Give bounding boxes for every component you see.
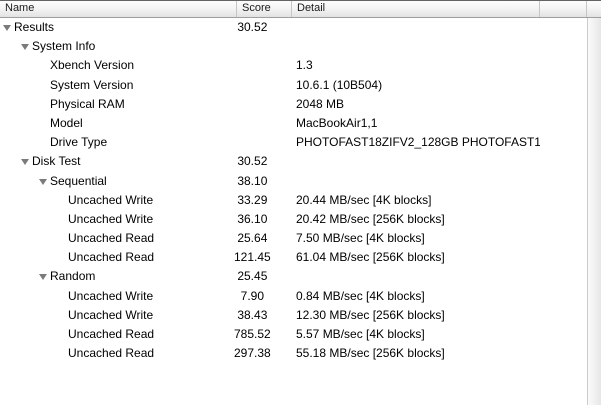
column-header-detail[interactable]: Detail — [292, 1, 540, 17]
table-header: Name Score Detail — [0, 0, 601, 18]
row-score: 785.52 — [234, 327, 271, 341]
row-score: 30.52 — [234, 154, 268, 169]
row-detail: 2048 MB — [296, 96, 345, 111]
row-name: Uncached Read — [68, 346, 155, 361]
row-detail: 61.04 MB/sec [256K blocks] — [296, 250, 445, 265]
outline-row[interactable]: Disk Test 30.52 — [0, 152, 587, 171]
row-score: 33.29 — [234, 192, 268, 207]
outline-row[interactable]: System Info — [0, 37, 587, 56]
column-header-spare — [540, 1, 587, 17]
results-outline: Results 30.52 System Info Xbench Version 1.… — [0, 18, 587, 405]
disclosure-triangle-icon[interactable] — [39, 274, 47, 281]
row-detail: PHOTOFAST18ZIFV2_128GB PHOTOFAST1 — [296, 135, 540, 150]
row-detail: 7.50 MB/sec [4K blocks] — [296, 231, 425, 246]
row-name: System Version — [50, 77, 134, 92]
vertical-scrollbar-track[interactable] — [587, 18, 601, 405]
column-header-score[interactable]: Score — [237, 1, 292, 17]
row-name: Uncached Write — [68, 307, 154, 322]
row-detail: 5.57 MB/sec [4K blocks] — [296, 327, 425, 341]
xbench-results-window: Name Score Detail Results 30.52 System In… — [0, 0, 601, 405]
outline-row[interactable]: Uncached Write 36.10 20.42 MB/sec [256K b… — [0, 210, 587, 229]
outline-row[interactable]: System Version 10.6.1 (10B504) — [0, 76, 587, 95]
outline-row[interactable]: Results 30.52 — [0, 18, 587, 37]
row-name: Random — [50, 269, 96, 284]
row-name: Physical RAM — [50, 96, 125, 111]
row-name: Disk Test — [32, 154, 81, 169]
row-score: 30.52 — [234, 20, 268, 34]
column-header-name[interactable]: Name — [0, 1, 237, 17]
outline-row[interactable]: Uncached Write 33.29 20.44 MB/sec [4K blo… — [0, 191, 587, 210]
disclosure-triangle-icon[interactable] — [21, 44, 29, 51]
row-name: Uncached Read — [68, 231, 155, 246]
column-header-name-label: Name — [5, 2, 35, 14]
row-name: Drive Type — [50, 135, 108, 150]
column-header-detail-label: Detail — [297, 2, 326, 14]
row-score: 7.90 — [234, 288, 265, 303]
row-score: 25.45 — [234, 269, 268, 284]
disclosure-triangle-icon[interactable] — [3, 25, 11, 31]
row-name: System Info — [32, 39, 96, 54]
row-name: Results — [14, 20, 55, 34]
row-score: 121.45 — [234, 250, 271, 265]
row-score: 36.10 — [234, 211, 268, 226]
row-name: Xbench Version — [50, 58, 135, 73]
scrollbar-header-corner — [587, 1, 601, 17]
outline-row[interactable]: Uncached Read 785.52 5.57 MB/sec [4K block… — [0, 325, 587, 344]
row-detail: 1.3 — [296, 58, 313, 73]
row-name: Sequential — [50, 173, 107, 188]
row-detail: MacBookAir1,1 — [296, 115, 378, 130]
disclosure-triangle-icon[interactable] — [39, 178, 47, 185]
row-detail: 10.6.1 (10B504) — [296, 77, 383, 92]
row-score: 25.64 — [234, 231, 268, 246]
column-header-score-label: Score — [242, 2, 271, 14]
outline-row[interactable]: Xbench Version 1.3 — [0, 56, 587, 75]
row-name: Model — [50, 115, 83, 130]
row-detail: 55.18 MB/sec [256K blocks] — [296, 346, 445, 361]
outline-row[interactable]: Sequential 38.10 — [0, 172, 587, 191]
row-detail: 12.30 MB/sec [256K blocks] — [296, 307, 445, 322]
row-score: 38.10 — [234, 173, 268, 188]
row-name: Uncached Write — [68, 211, 154, 226]
row-name: Uncached Read — [68, 327, 155, 341]
outline-row[interactable]: Physical RAM 2048 MB — [0, 95, 587, 114]
outline-row[interactable]: Model MacBookAir1,1 — [0, 114, 587, 133]
row-detail: 20.42 MB/sec [256K blocks] — [296, 211, 445, 226]
outline-row[interactable]: Drive Type PHOTOFAST18ZIFV2_128GB PHOTOFA… — [0, 133, 587, 152]
row-name: Uncached Write — [68, 192, 154, 207]
outline-row[interactable]: Uncached Write 38.43 12.30 MB/sec [256K b… — [0, 306, 587, 325]
disclosure-triangle-icon[interactable] — [21, 159, 29, 166]
row-name: Uncached Read — [68, 250, 155, 265]
outline-row[interactable]: Uncached Read 121.45 61.04 MB/sec [256K bl… — [0, 248, 587, 267]
row-detail: 0.84 MB/sec [4K blocks] — [296, 288, 425, 303]
row-detail: 20.44 MB/sec [4K blocks] — [296, 192, 432, 207]
row-score: 297.38 — [234, 346, 271, 361]
row-name: Uncached Write — [68, 288, 154, 303]
outline-row[interactable]: Uncached Read 297.38 55.18 MB/sec [256K bl… — [0, 344, 587, 363]
outline-row[interactable]: Random 25.45 — [0, 267, 587, 286]
outline-row[interactable]: Uncached Read 25.64 7.50 MB/sec [4K block… — [0, 229, 587, 248]
row-score: 38.43 — [234, 307, 268, 322]
outline-row[interactable]: Uncached Write 7.90 0.84 MB/sec [4K block… — [0, 287, 587, 306]
